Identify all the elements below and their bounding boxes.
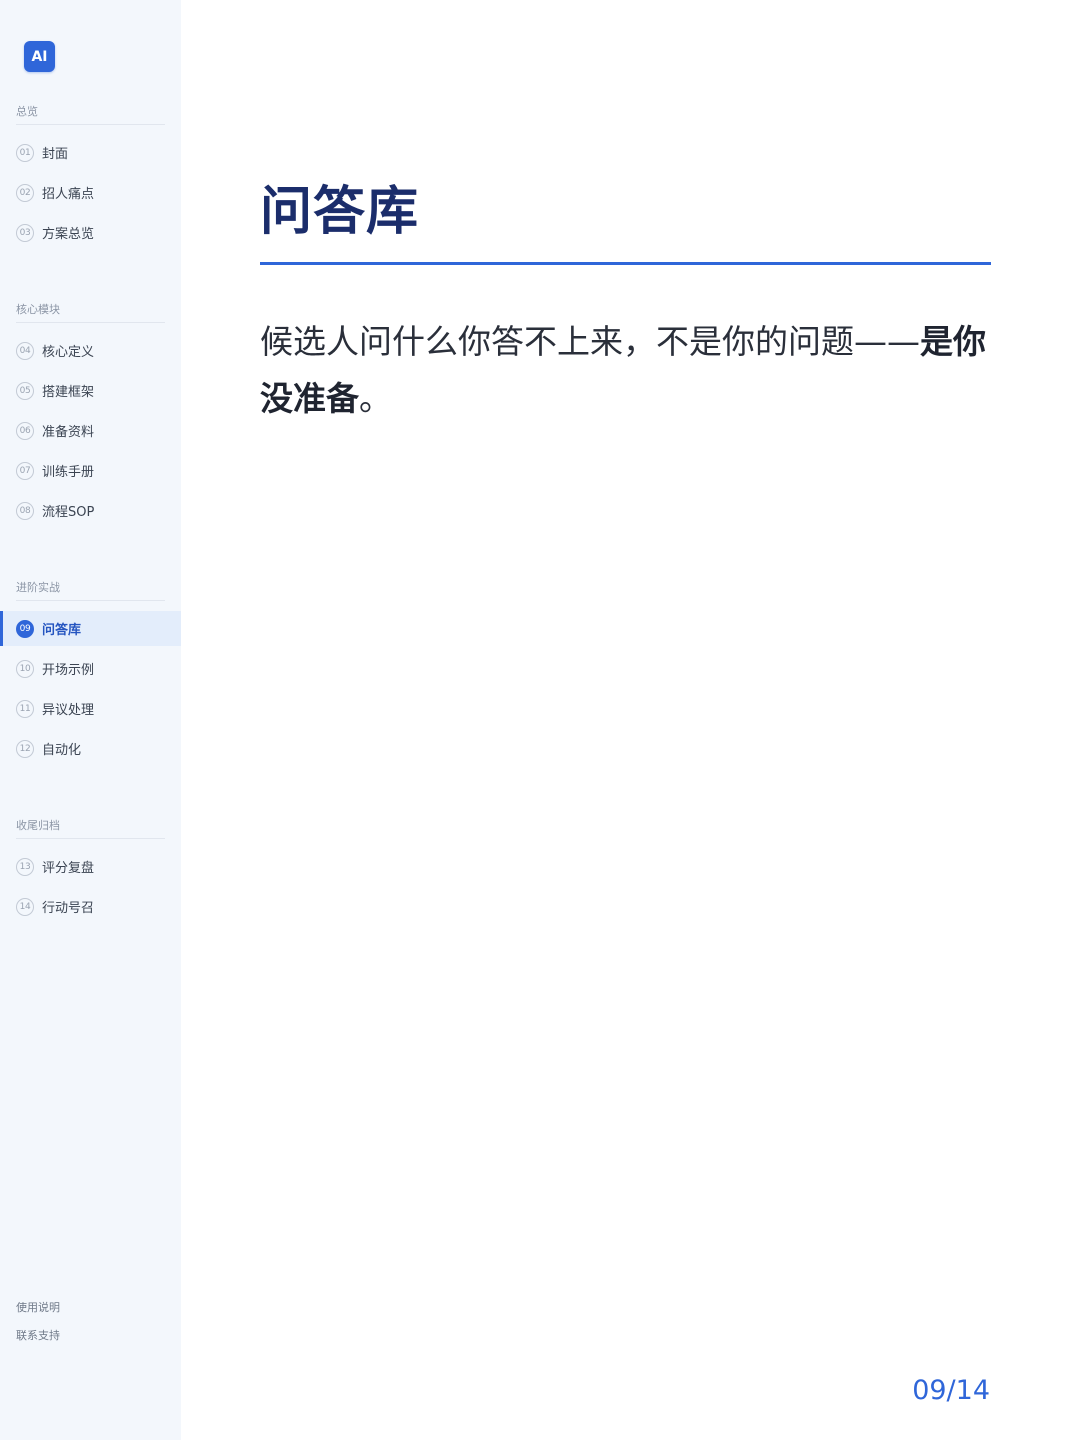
sidebar-item-06[interactable]: 06 准备资料 xyxy=(0,413,181,448)
sidebar-item-08[interactable]: 08 流程SOP xyxy=(0,493,181,528)
sidebar-item-label: 行动号召 xyxy=(42,901,95,916)
sidebar-item-03[interactable]: 03 方案总览 xyxy=(0,215,181,250)
sidebar-item-02[interactable]: 02 招人痛点 xyxy=(0,175,181,210)
item-number-badge: 10 xyxy=(16,659,34,678)
sidebar-section-title: 进阶实战 xyxy=(16,581,165,601)
sidebar-item-07[interactable]: 07 训练手册 xyxy=(0,453,181,488)
sidebar-item-13[interactable]: 13 评分复盘 xyxy=(0,849,181,884)
sidebar-item-label: 问答库 xyxy=(42,623,82,638)
page: AI 总览 01 封面 02 招人痛点 03 方案总览 核心模块 04 核心定义… xyxy=(0,0,1080,1440)
sidebar-section-advanced: 进阶实战 09 问答库 10 开场示例 11 异议处理 12 自动化 xyxy=(0,581,181,771)
sidebar-item-09[interactable]: 09 问答库 xyxy=(0,611,181,646)
sidebar-item-label: 训练手册 xyxy=(42,465,95,480)
sidebar-item-10[interactable]: 10 开场示例 xyxy=(0,651,181,686)
sidebar-item-label: 异议处理 xyxy=(42,703,95,718)
page-title: 问答库 xyxy=(260,182,420,242)
item-number-badge: 12 xyxy=(16,739,34,758)
lead-text-normal: 候选人问什么你答不上来，不是你的问题—— xyxy=(260,322,920,361)
sidebar: AI 总览 01 封面 02 招人痛点 03 方案总览 核心模块 04 核心定义… xyxy=(0,0,181,1440)
sidebar-item-label: 自动化 xyxy=(42,743,82,758)
item-number-badge: 01 xyxy=(16,143,34,162)
item-number-badge: 07 xyxy=(16,461,34,480)
sidebar-item-label: 核心定义 xyxy=(42,345,95,360)
sidebar-item-01[interactable]: 01 封面 xyxy=(0,135,181,170)
item-number-badge: 03 xyxy=(16,223,34,242)
item-number-badge: 14 xyxy=(16,897,34,916)
sidebar-item-12[interactable]: 12 自动化 xyxy=(0,731,181,766)
item-number-badge: 11 xyxy=(16,699,34,718)
sidebar-section-core: 核心模块 04 核心定义 05 搭建框架 06 准备资料 07 训练手册 08 … xyxy=(0,303,181,533)
sidebar-section-title: 总览 xyxy=(16,105,165,125)
lead-text-end: 。 xyxy=(359,379,392,418)
main-content: 问答库 候选人问什么你答不上来，不是你的问题——是你没准备。 09/14 xyxy=(181,0,1080,1440)
item-number-badge: 04 xyxy=(16,341,34,360)
item-number-badge: 09 xyxy=(16,619,34,638)
sidebar-section-wrapup: 收尾归档 13 评分复盘 14 行动号召 xyxy=(0,819,181,929)
sidebar-footer: 使用说明 联系支持 xyxy=(16,1300,60,1356)
sidebar-item-05[interactable]: 05 搭建框架 xyxy=(0,373,181,408)
lead-text: 候选人问什么你答不上来，不是你的问题——是你没准备。 xyxy=(260,313,991,427)
ai-logo-icon: AI xyxy=(24,41,55,72)
sidebar-item-label: 方案总览 xyxy=(42,227,95,242)
sidebar-item-04[interactable]: 04 核心定义 xyxy=(0,333,181,368)
sidebar-item-label: 搭建框架 xyxy=(42,385,95,400)
contact-support-link[interactable]: 联系支持 xyxy=(16,1328,60,1344)
usage-guide-link[interactable]: 使用说明 xyxy=(16,1300,60,1316)
sidebar-section-title: 核心模块 xyxy=(16,303,165,323)
sidebar-item-label: 开场示例 xyxy=(42,663,95,678)
item-number-badge: 05 xyxy=(16,381,34,400)
sidebar-item-label: 流程SOP xyxy=(42,505,95,520)
item-number-badge: 06 xyxy=(16,421,34,440)
item-number-badge: 02 xyxy=(16,183,34,202)
page-indicator: 09/14 xyxy=(912,1375,990,1406)
sidebar-section-title: 收尾归档 xyxy=(16,819,165,839)
title-divider xyxy=(260,262,991,265)
sidebar-item-label: 招人痛点 xyxy=(42,187,95,202)
sidebar-section-overview: 总览 01 封面 02 招人痛点 03 方案总览 xyxy=(0,105,181,255)
sidebar-item-label: 准备资料 xyxy=(42,425,95,440)
item-number-badge: 13 xyxy=(16,857,34,876)
sidebar-item-14[interactable]: 14 行动号召 xyxy=(0,889,181,924)
sidebar-item-label: 评分复盘 xyxy=(42,861,95,876)
item-number-badge: 08 xyxy=(16,501,34,520)
sidebar-item-label: 封面 xyxy=(42,147,69,162)
sidebar-item-11[interactable]: 11 异议处理 xyxy=(0,691,181,726)
